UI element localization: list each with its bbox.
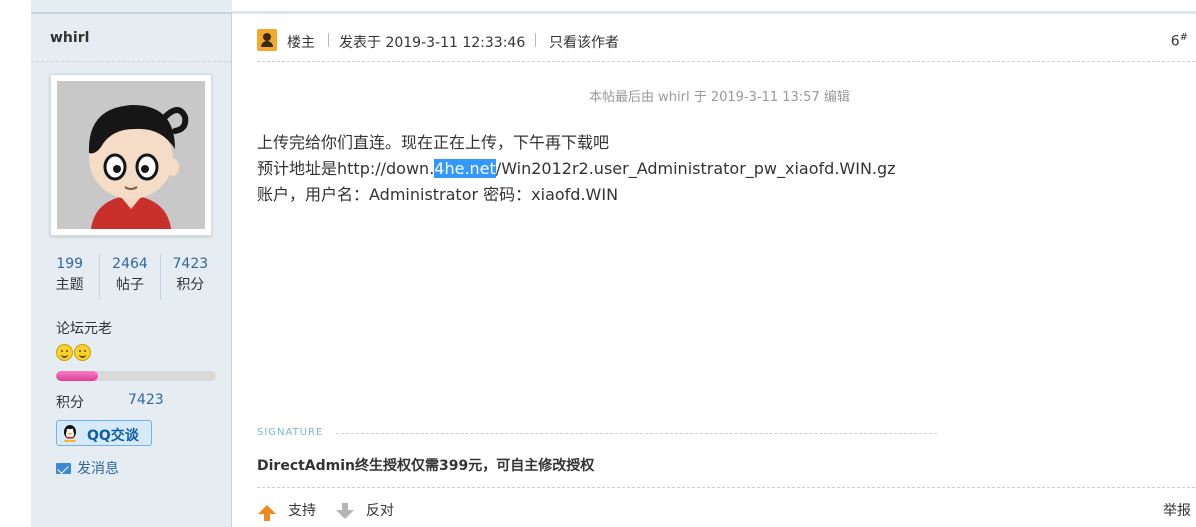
support-button[interactable]: 支持: [258, 500, 316, 521]
report-link[interactable]: 举报: [1163, 500, 1191, 520]
edit-note: 本帖最后由 whirl 于 2019-3-11 13:57 编辑: [589, 90, 850, 105]
oppose-button[interactable]: 反对: [336, 500, 394, 520]
stat-credits-value[interactable]: 7423: [161, 254, 220, 274]
thumb-down-arrow-icon: [336, 503, 354, 519]
signature-label: SIGNATURE: [257, 427, 324, 438]
send-message-label: 发消息: [77, 461, 119, 477]
signature-text: DirectAdmin终生授权仅需399元，可自主修改授权: [257, 458, 595, 474]
support-label: 支持: [288, 503, 316, 519]
thread-starter-icon: [257, 29, 277, 51]
floor-mark: #: [1179, 32, 1188, 43]
user-stats: 199 主题 2464 帖子 7423 积分: [40, 254, 220, 300]
stat-posts-value[interactable]: 2464: [100, 254, 159, 274]
stat-posts[interactable]: 2464 帖子: [99, 254, 159, 300]
page-left-margin: [0, 0, 31, 527]
stat-posts-label: 帖子: [115, 277, 144, 293]
signature-divider: [336, 433, 937, 434]
header-separator: [328, 33, 329, 47]
smile-icon: [74, 344, 91, 361]
stat-threads-label: 主题: [55, 277, 84, 293]
qq-chat-label: QQ交谈: [87, 428, 139, 444]
post-line-text: 预计地址是http://down.: [257, 159, 435, 178]
post-line: 上传完给你们直连。现在正在上传，下午再下载吧: [257, 133, 610, 152]
post-header: 楼主 发表于 2019-3-11 12:33:46 只看该作者 6#: [257, 26, 1195, 54]
stat-credits-label: 积分: [176, 277, 205, 293]
mail-icon: [56, 463, 71, 474]
credit-row: 积分 7423: [56, 392, 164, 412]
post-time: 发表于 2019-3-11 12:33:46: [339, 35, 526, 51]
rank-progress-bar: [56, 371, 216, 381]
user-column-top-bar: [31, 0, 232, 14]
credit-label: 积分: [56, 395, 84, 411]
username[interactable]: whirl: [50, 30, 89, 46]
post-line: 账户，用户名：Administrator 密码：xiaofd.WIN: [257, 185, 619, 204]
qq-penguin-icon: [64, 425, 76, 442]
stat-threads-value[interactable]: 199: [40, 254, 99, 274]
footer-divider: [257, 487, 1195, 488]
rank-progress-fill: [56, 371, 98, 381]
post-content: 上传完给你们直连。现在正在上传，下午再下载吧 预计地址是http://down.…: [257, 130, 896, 208]
header-divider: [257, 61, 1195, 62]
avatar-image: [57, 81, 205, 229]
credit-value: 7423: [128, 392, 164, 408]
username-divider: [31, 61, 231, 62]
rank-stars: [56, 344, 92, 365]
post-top-bar: [232, 0, 1196, 14]
user-rank[interactable]: 论坛元老: [56, 318, 112, 338]
post-line-text: /Win2012r2.user_Administrator_pw_xiaofd.…: [495, 159, 896, 178]
thumb-up-arrow-icon: [258, 505, 276, 521]
stat-credits[interactable]: 7423 积分: [159, 254, 220, 300]
avatar[interactable]: [50, 74, 212, 236]
send-message-link[interactable]: 发消息: [56, 458, 119, 478]
floor-value: 6: [1170, 33, 1180, 50]
post-line: 预计地址是http://down.4he.net/Win2012r2.user_…: [257, 156, 896, 182]
oppose-label: 反对: [366, 503, 394, 519]
stat-threads[interactable]: 199 主题: [40, 254, 99, 300]
qq-chat-button[interactable]: QQ交谈: [56, 420, 152, 446]
only-author-link[interactable]: 只看该作者: [549, 32, 619, 52]
floor-number[interactable]: 6#: [1171, 32, 1188, 50]
header-separator: [535, 33, 536, 47]
thread-starter-tag: 楼主: [287, 35, 315, 51]
smile-icon: [56, 344, 73, 361]
selected-text[interactable]: 4he.net: [434, 159, 496, 178]
